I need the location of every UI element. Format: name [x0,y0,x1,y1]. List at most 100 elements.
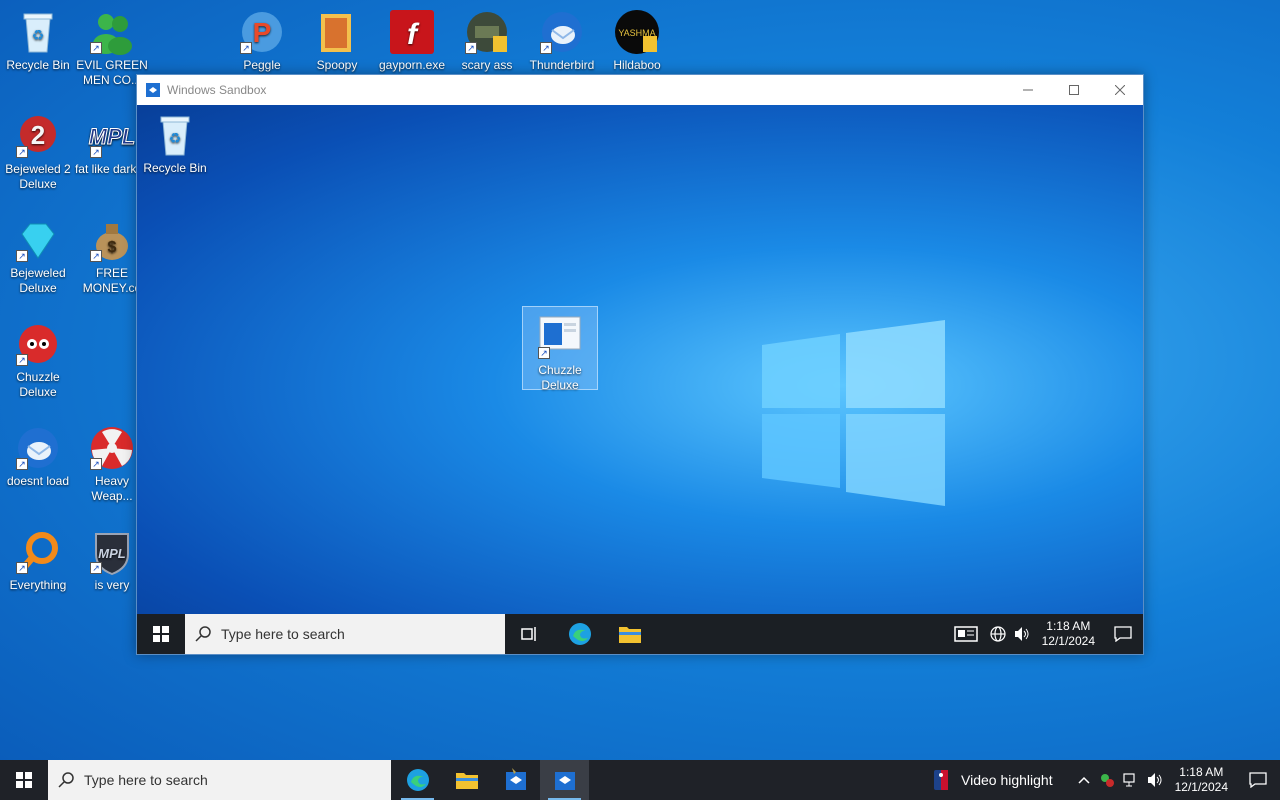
host-start-button[interactable] [0,760,48,800]
host-search-box[interactable]: Type here to search [48,760,391,800]
sandbox-window[interactable]: Windows Sandbox ♻ Recycle Bin ↗ Chuzzle … [136,74,1144,655]
bejeweled2-icon: 2 ↗ [14,112,62,160]
mpl-icon: MPL ↗ [88,112,136,160]
host-sandbox-running-button[interactable] [540,760,589,800]
sandbox-desktop-icon-chuzzle-deluxe[interactable]: ↗ Chuzzle Deluxe [522,306,598,392]
host-sandbox-pinned-button[interactable] [491,760,540,800]
notification-icon [1114,626,1132,642]
gem-icon: ↗ [14,216,62,264]
peggle-icon: P ↗ [238,8,286,56]
desktop-icon-recycle-bin[interactable]: ♻ Recycle Bin [0,8,76,73]
shortcut-arrow-icon: ↗ [16,562,28,574]
tray-app-icon [1100,774,1114,787]
sandbox-news-button[interactable] [946,614,986,654]
sandbox-clock[interactable]: 1:18 AM 12/1/2024 [1034,619,1103,649]
desktop-icon-doesnt-load[interactable]: ↗ doesnt load [0,424,76,489]
sandbox-volume-button[interactable] [1010,614,1034,654]
shortcut-arrow-icon: ↗ [538,347,550,359]
desktop-icon-bejeweled-2-deluxe[interactable]: 2 ↗ Bejeweled 2 Deluxe [0,112,76,192]
show-hidden-icons-button[interactable] [1073,760,1095,800]
desktop-icon-gayporn-exe[interactable]: f gayporn.exe [374,8,450,73]
minimize-button[interactable] [1005,75,1051,105]
host-network-button[interactable] [1119,760,1143,800]
sandbox-titlebar[interactable]: Windows Sandbox [137,75,1143,105]
host-news-widget[interactable]: Video highlight [933,769,1053,791]
sandbox-start-button[interactable] [137,614,185,654]
speaker-icon [1014,627,1029,641]
shortcut-arrow-icon: ↗ [16,458,28,470]
news-icon [953,626,978,642]
radiation-icon: ↗ [88,424,136,472]
shortcut-arrow-icon: ↗ [16,250,28,262]
host-notifications-button[interactable] [1236,760,1280,800]
close-button[interactable] [1097,75,1143,105]
desktop-icon-thunderbird[interactable]: ↗ Thunderbird [524,8,600,73]
host-news-label: Video highlight [961,772,1053,788]
svg-text:♻: ♻ [32,27,45,43]
shortcut-arrow-icon: ↗ [16,146,28,158]
host-edge-button[interactable] [393,760,442,800]
search-icon [195,626,211,642]
shortcut-arrow-icon: ↗ [90,562,102,574]
game-icon: ↗ [463,8,511,56]
network-icon [1123,773,1135,787]
yashma-icon: YASHMA [613,8,661,56]
sandbox-app-icon [145,82,161,98]
edge-icon [406,769,429,791]
sandbox-app-icon [505,768,526,790]
nba-icon [934,770,948,790]
edge-icon [569,623,591,645]
windows-logo-wallpaper [762,320,945,506]
sandbox-search-placeholder: Type here to search [221,626,345,642]
sandbox-network-button[interactable] [986,614,1010,654]
svg-text:MPL: MPL [98,546,126,561]
host-file-explorer-button[interactable] [442,760,491,800]
shield-icon: MPL ↗ [88,528,136,576]
host-search-placeholder: Type here to search [84,772,208,788]
maximize-button[interactable] [1051,75,1097,105]
chuzzle-icon: ↗ [14,320,62,368]
speaker-icon [1147,773,1162,787]
desktop-icon-peggle[interactable]: P ↗ Peggle [224,8,300,73]
shortcut-arrow-icon: ↗ [540,42,552,54]
folder-icon [313,8,361,56]
sandbox-taskbar: Type here to search 1:18 AM 12/1/2024 [137,614,1143,654]
desktop-icon-everything[interactable]: ↗ Everything [0,528,76,593]
svg-text:P: P [253,17,272,48]
desktop-icon-bejeweled-deluxe[interactable]: ↗ Bejeweled Deluxe [0,216,76,296]
shortcut-arrow-icon: ↗ [240,42,252,54]
search-icon [58,772,74,788]
desktop-icon-chuzzle-deluxe[interactable]: ↗ Chuzzle Deluxe [0,320,76,400]
svg-text:$: $ [108,239,117,256]
sandbox-clock-time: 1:18 AM [1046,619,1091,633]
sandbox-file-explorer-button[interactable] [605,614,655,654]
app-window-icon: ↗ [536,313,584,361]
host-volume-button[interactable] [1143,760,1167,800]
host-taskbar: Type here to search Video highlight 1:18… [0,760,1280,800]
desktop-icon-spoopy[interactable]: Spoopy [299,8,375,73]
shortcut-arrow-icon: ↗ [16,354,28,366]
flash-icon: f [388,8,436,56]
globe-icon [990,626,1006,642]
sandbox-system-tray: 1:18 AM 12/1/2024 [946,614,1143,654]
sandbox-edge-button[interactable] [555,614,605,654]
windows-start-icon [16,772,32,788]
sandbox-task-view-button[interactable] [505,614,555,654]
sandbox-window-title: Windows Sandbox [167,83,267,97]
tray-app-button[interactable] [1095,760,1119,800]
minimize-icon [1023,89,1033,91]
sandbox-notifications-button[interactable] [1103,614,1143,654]
people-icon: ↗ [88,8,136,56]
sandbox-desktop-icon-recycle-bin[interactable]: ♻ Recycle Bin [137,111,213,176]
host-clock[interactable]: 1:18 AM 12/1/2024 [1167,765,1236,795]
sandbox-search-box[interactable]: Type here to search [185,614,505,654]
maximize-icon [1069,85,1079,95]
desktop-icon-hildaboo[interactable]: YASHMA Hildaboo [599,8,675,73]
shortcut-arrow-icon: ↗ [90,146,102,158]
chevron-up-icon [1078,776,1090,784]
shortcut-arrow-icon: ↗ [90,458,102,470]
host-system-tray: 1:18 AM 12/1/2024 [1073,760,1280,800]
desktop-icon-scary-ass[interactable]: ↗ scary ass [449,8,525,73]
sandbox-desktop[interactable]: ♻ Recycle Bin ↗ Chuzzle Deluxe [137,105,1143,615]
thunderbird-icon: ↗ [14,424,62,472]
